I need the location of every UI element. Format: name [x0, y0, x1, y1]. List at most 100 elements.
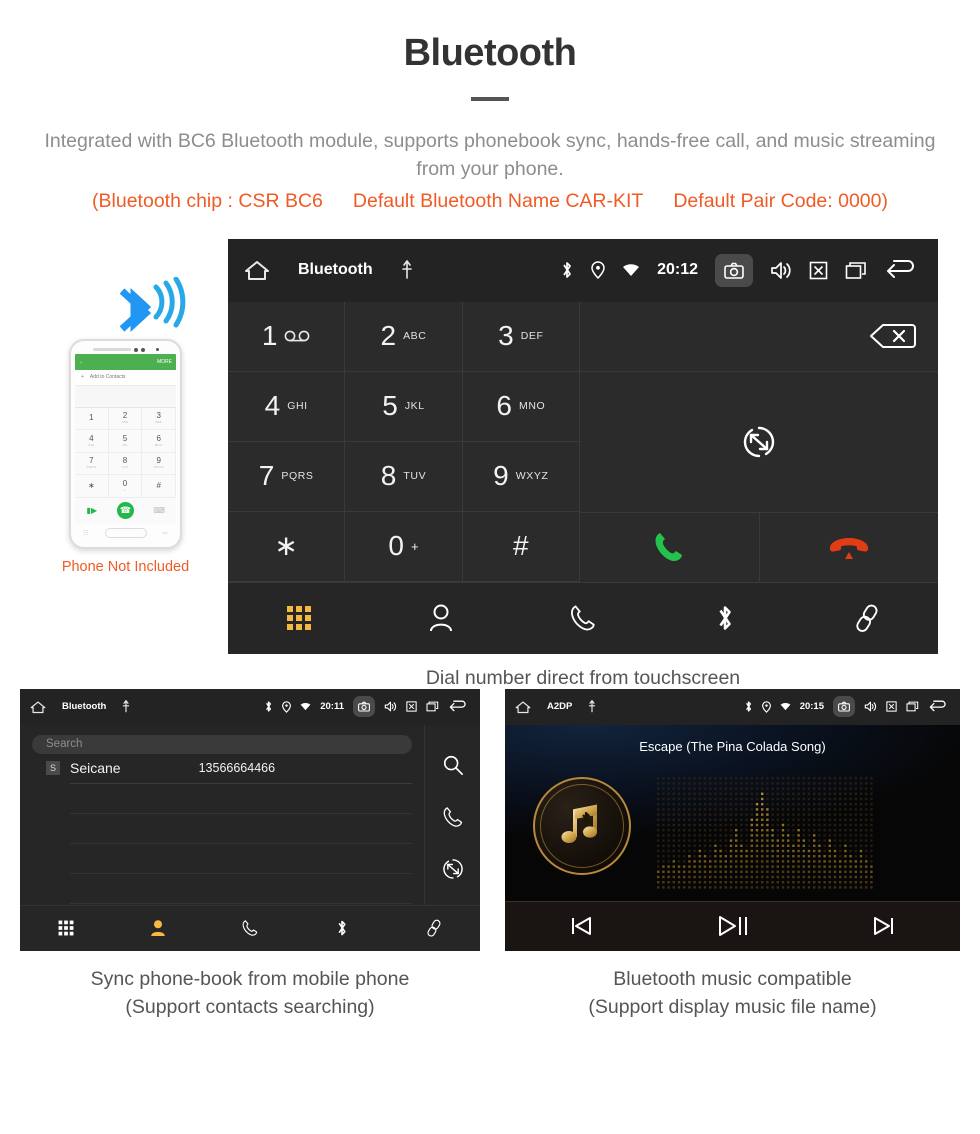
phone-speaker [75, 346, 176, 354]
contacts-tabbar[interactable] [20, 904, 480, 951]
phone-add-contact-row: + Add to Contacts [75, 369, 176, 386]
contacts-caption: Sync phone-book from mobile phone (Suppo… [20, 965, 480, 1022]
volume-icon[interactable] [384, 701, 397, 712]
key-9[interactable]: 9 WXYZ [462, 441, 580, 512]
key-∗[interactable]: ∗ [228, 511, 346, 582]
recents-icon[interactable] [906, 701, 919, 712]
key-1[interactable]: 1 [228, 301, 346, 372]
volume-icon[interactable] [864, 701, 877, 712]
phone-screen: ← MORE + Add to Contacts 1 2 ABC 3 DEF 4 GHI 5 J… [75, 353, 176, 524]
phone-appbar: ← MORE [75, 353, 176, 370]
tab-history[interactable] [512, 583, 654, 654]
key-7[interactable]: 7 PQRS [228, 441, 346, 512]
phone-key-3: 3 DEF [142, 407, 176, 431]
next-button[interactable] [808, 915, 960, 937]
contacts-panel: Bluetooth 20:11 Search S Seicane 1356666… [20, 688, 480, 1018]
camera-icon[interactable] [353, 696, 375, 718]
key-digit: 9 [493, 460, 509, 492]
sync-icon[interactable] [442, 858, 464, 880]
key-sub: ABC [403, 330, 427, 343]
search-input[interactable]: Search [32, 734, 412, 754]
contacts-caption-line2: (Support contacts searching) [125, 995, 375, 1018]
bluetooth-icon [335, 919, 349, 938]
key-4[interactable]: 4 GHI [228, 371, 346, 442]
contacts-title: Bluetooth [62, 701, 107, 713]
audio-visualizer [657, 776, 875, 889]
phone-more-label: MORE [157, 358, 172, 365]
contact-initial-badge: S [46, 761, 60, 776]
dialer-transfer-zone[interactable] [580, 372, 938, 513]
headunit-contacts: Bluetooth 20:11 Search S Seicane 1356666… [20, 688, 480, 951]
phone-key-7: 7 PQRS [75, 452, 109, 476]
key-3[interactable]: 3 DEF [462, 301, 580, 372]
key-#[interactable]: # [462, 511, 580, 582]
bluetooth-icon [714, 603, 736, 633]
back-icon[interactable] [884, 259, 918, 281]
plus-icon: + [81, 374, 84, 381]
key-6[interactable]: 6 MNO [462, 371, 580, 442]
tab-bluetooth[interactable] [296, 906, 388, 951]
home-icon[interactable] [30, 700, 46, 714]
key-digit: 7 [258, 460, 275, 492]
home-icon[interactable] [515, 700, 531, 714]
play-pause-button[interactable] [657, 914, 809, 938]
backspace-icon[interactable] [870, 323, 916, 349]
key-digit: 2 [380, 320, 397, 352]
key-digit: 1 [261, 320, 278, 352]
key-digit: ∗ [274, 530, 298, 562]
music-note-bluetooth-icon [555, 799, 609, 853]
tab-keypad[interactable] [228, 583, 370, 654]
home-icon[interactable] [244, 259, 270, 281]
tab-bluetooth[interactable] [654, 583, 796, 654]
key-2[interactable]: 2 ABC [345, 301, 463, 372]
key-5[interactable]: 5 JKL [345, 371, 463, 442]
tab-pair[interactable] [796, 583, 938, 654]
close-icon[interactable] [406, 701, 417, 712]
keypad-icon [58, 920, 74, 936]
recents-icon[interactable] [426, 701, 439, 712]
tab-keypad[interactable] [20, 906, 112, 951]
phone-key-sub: TUV [121, 465, 129, 470]
key-digit: 4 [264, 390, 281, 422]
dialer-clock: 20:12 [657, 261, 698, 279]
dialer-number-display[interactable] [580, 302, 938, 372]
back-icon[interactable] [448, 700, 468, 713]
close-icon[interactable] [886, 701, 897, 712]
back-icon[interactable] [928, 700, 948, 713]
contacts-body: Search S Seicane 13566664466 [20, 724, 480, 905]
keypad-icon [287, 606, 311, 631]
camera-icon[interactable] [715, 253, 753, 287]
contact-row-empty [70, 784, 412, 814]
page-header: Bluetooth [0, 0, 980, 101]
recents-icon[interactable] [845, 261, 867, 280]
bluetooth-signal-icon [112, 276, 213, 339]
volume-icon[interactable] [770, 261, 792, 280]
music-clock: 20:15 [799, 701, 824, 713]
contacts-list: Search S Seicane 13566664466 [20, 725, 424, 905]
key-8[interactable]: 8 TUV [345, 441, 463, 512]
transfer-audio-icon[interactable] [742, 425, 776, 459]
search-icon[interactable] [442, 754, 464, 776]
wifi-icon [300, 702, 311, 711]
contact-row[interactable]: S Seicane 13566664466 [46, 754, 412, 784]
location-icon [282, 700, 292, 713]
previous-button[interactable] [505, 915, 657, 937]
link-icon [853, 604, 881, 632]
tab-pair[interactable] [388, 906, 480, 951]
dialer-keypad[interactable]: 1 2 ABC 3 DEF 4 GHI 5 JKL 6 MNO 7 PQRS 8 TUV 9 WXYZ ∗ 0 + # [228, 301, 580, 582]
call-button[interactable] [580, 512, 760, 582]
key-0[interactable]: 0 + [345, 511, 463, 582]
tab-contacts[interactable] [112, 906, 204, 951]
phone-key-digit: 1 [89, 413, 94, 423]
dialer-body: 1 2 ABC 3 DEF 4 GHI 5 JKL 6 MNO 7 PQRS 8 TUV 9 WXYZ ∗ 0 + # [228, 301, 939, 582]
close-icon[interactable] [809, 261, 828, 280]
spec-pair-code: Default Pair Code: 0000) [673, 189, 888, 212]
call-icon[interactable] [442, 806, 464, 828]
tab-history[interactable] [204, 906, 296, 951]
phone-keyboard-icon: ⌨ [153, 506, 165, 516]
dialer-tabbar[interactable] [228, 581, 938, 654]
tab-contacts[interactable] [370, 583, 512, 654]
contact-number: 13566664466 [198, 761, 276, 776]
camera-icon[interactable] [833, 696, 855, 718]
hangup-button[interactable] [760, 513, 939, 582]
